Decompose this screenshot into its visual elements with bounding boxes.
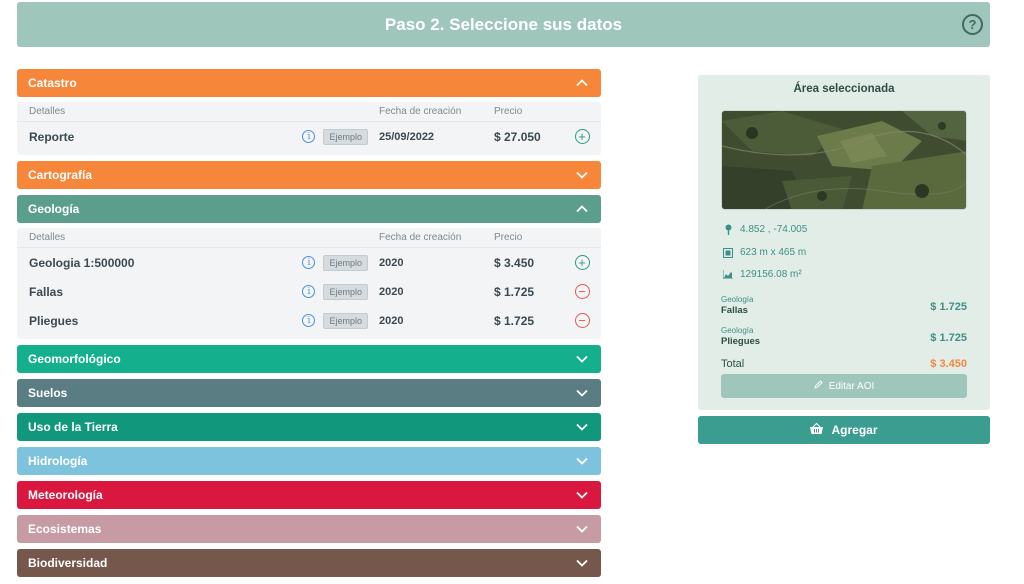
chevron-down-icon[interactable] xyxy=(575,386,589,400)
row-name: Fallas xyxy=(29,284,64,299)
category-header-geologia[interactable]: Geología xyxy=(17,195,601,223)
page-header: Paso 2. Seleccione sus datos ? xyxy=(17,2,990,47)
row-price: $ 27.050 xyxy=(494,129,541,144)
category-label: Biodiversidad xyxy=(28,556,108,570)
row-date: 25/09/2022 xyxy=(379,130,435,143)
category-header-geomorfologico[interactable]: Geomorfológico xyxy=(17,345,601,373)
chevron-down-icon[interactable] xyxy=(575,352,589,366)
chevron-up-icon[interactable] xyxy=(575,76,589,90)
table-header: Detalles Fecha de creación Precio xyxy=(17,102,601,122)
edit-aoi-button[interactable]: Editar AOI xyxy=(721,374,967,398)
table-row: Pliegues i Ejemplo 2020 $ 1.725 − xyxy=(17,306,601,335)
aoi-panel: Área seleccionada 4.852 , -74.005 623 m … xyxy=(698,75,990,410)
basket-icon xyxy=(810,422,824,437)
chart-icon xyxy=(723,270,733,280)
info-icon[interactable]: i xyxy=(302,256,316,269)
add-to-cart-button[interactable]: Agregar xyxy=(698,416,990,444)
category-header-ecosistemas[interactable]: Ecosistemas xyxy=(17,515,601,543)
chevron-down-icon[interactable] xyxy=(575,556,589,570)
column-header-price: Precio xyxy=(494,106,523,117)
row-name: Geologia 1:500000 xyxy=(29,255,135,270)
category-label: Cartografía xyxy=(28,168,93,182)
category-label: Geología xyxy=(28,202,80,216)
aoi-dimensions: 623 m x 465 m xyxy=(723,247,806,258)
table-row: Geologia 1:500000 i Ejemplo 2020 $ 3.450 + xyxy=(17,248,601,277)
example-button[interactable]: Ejemplo xyxy=(323,254,368,271)
category-header-cartografia[interactable]: Cartografía xyxy=(17,161,601,189)
page-title: Paso 2. Seleccione sus datos xyxy=(384,14,623,34)
selected-item: Geología Fallas $ 1.725 xyxy=(721,295,967,316)
info-icon[interactable]: i xyxy=(302,314,316,327)
row-price: $ 1.725 xyxy=(494,313,535,328)
chevron-down-icon[interactable] xyxy=(575,454,589,468)
row-price: $ 3.450 xyxy=(494,255,535,270)
aoi-coordinates-value: 4.852 , -74.005 xyxy=(740,224,808,235)
column-header-details: Detalles xyxy=(29,106,66,117)
satellite-map-image xyxy=(722,111,966,209)
category-list: Catastro Detalles Fecha de creación Precio R… xyxy=(17,69,601,583)
info-icon[interactable]: i xyxy=(302,130,316,143)
example-button[interactable]: Ejemplo xyxy=(323,283,368,300)
row-name: Pliegues xyxy=(29,313,79,328)
total-value: $ 3.450 xyxy=(930,358,967,370)
selected-item: Geología Pliegues $ 1.725 xyxy=(721,326,967,347)
category-header-meteorologia[interactable]: Meteorología xyxy=(17,481,601,509)
column-header-date: Fecha de creación xyxy=(379,106,462,117)
remove-circle-icon[interactable]: − xyxy=(574,313,590,328)
example-button[interactable]: Ejemplo xyxy=(323,128,368,145)
selected-item-price: $ 1.725 xyxy=(930,332,967,344)
total-label: Total xyxy=(721,358,745,370)
category-label: Hidrología xyxy=(28,454,88,468)
pencil-icon xyxy=(814,380,823,392)
category-header-biodiversidad[interactable]: Biodiversidad xyxy=(17,549,601,577)
info-icon[interactable]: i xyxy=(302,285,316,298)
category-panel-catastro: Detalles Fecha de creación Precio Reporte i E… xyxy=(17,102,601,155)
chevron-down-icon[interactable] xyxy=(575,488,589,502)
selected-item-price: $ 1.725 xyxy=(930,301,967,313)
example-button[interactable]: Ejemplo xyxy=(323,312,368,329)
row-date: 2020 xyxy=(379,285,404,298)
chevron-down-icon[interactable] xyxy=(575,420,589,434)
remove-circle-icon[interactable]: − xyxy=(574,284,590,299)
column-header-details: Detalles xyxy=(29,232,66,243)
satellite-map[interactable] xyxy=(721,110,967,210)
category-label: Meteorología xyxy=(28,488,103,502)
column-header-price: Precio xyxy=(494,232,523,243)
edit-aoi-label: Editar AOI xyxy=(828,380,875,392)
category-label: Ecosistemas xyxy=(28,522,102,536)
table-row: Reporte i Ejemplo 25/09/2022 $ 27.050 + xyxy=(17,122,601,151)
aoi-coordinates: 4.852 , -74.005 xyxy=(723,224,807,235)
category-header-catastro[interactable]: Catastro xyxy=(17,69,601,97)
column-header-date: Fecha de creación xyxy=(379,232,462,243)
category-header-hidrologia[interactable]: Hidrología xyxy=(17,447,601,475)
category-label: Uso de la Tierra xyxy=(28,420,118,434)
table-row: Fallas i Ejemplo 2020 $ 1.725 − xyxy=(17,277,601,306)
row-date: 2020 xyxy=(379,256,404,269)
category-header-uso-de-la-tierra[interactable]: Uso de la Tierra xyxy=(17,413,601,441)
category-panel-geologia: Detalles Fecha de creación Precio Geologia … xyxy=(17,228,601,339)
chevron-down-icon[interactable] xyxy=(575,522,589,536)
row-date: 2020 xyxy=(379,314,404,327)
help-icon[interactable]: ? xyxy=(962,14,983,35)
row-price: $ 1.725 xyxy=(494,284,535,299)
category-label: Geomorfológico xyxy=(28,352,121,366)
location-pin-icon xyxy=(723,224,733,235)
category-label: Suelos xyxy=(28,386,68,400)
category-header-suelos[interactable]: Suelos xyxy=(17,379,601,407)
area-box-icon xyxy=(723,247,733,258)
aoi-area: 129156.08 m² xyxy=(723,269,802,280)
chevron-up-icon[interactable] xyxy=(575,202,589,216)
add-circle-icon[interactable]: + xyxy=(574,129,590,144)
aoi-area-value: 129156.08 m² xyxy=(740,269,802,280)
table-header: Detalles Fecha de creación Precio xyxy=(17,228,601,248)
category-label: Catastro xyxy=(28,76,77,90)
chevron-down-icon[interactable] xyxy=(575,168,589,182)
add-circle-icon[interactable]: + xyxy=(574,255,590,270)
row-name: Reporte xyxy=(29,129,75,144)
aoi-title: Área seleccionada xyxy=(793,83,895,95)
aoi-dimensions-value: 623 m x 465 m xyxy=(740,247,807,258)
add-button-label: Agregar xyxy=(831,423,878,437)
total-row: Total $ 3.450 xyxy=(721,358,967,370)
